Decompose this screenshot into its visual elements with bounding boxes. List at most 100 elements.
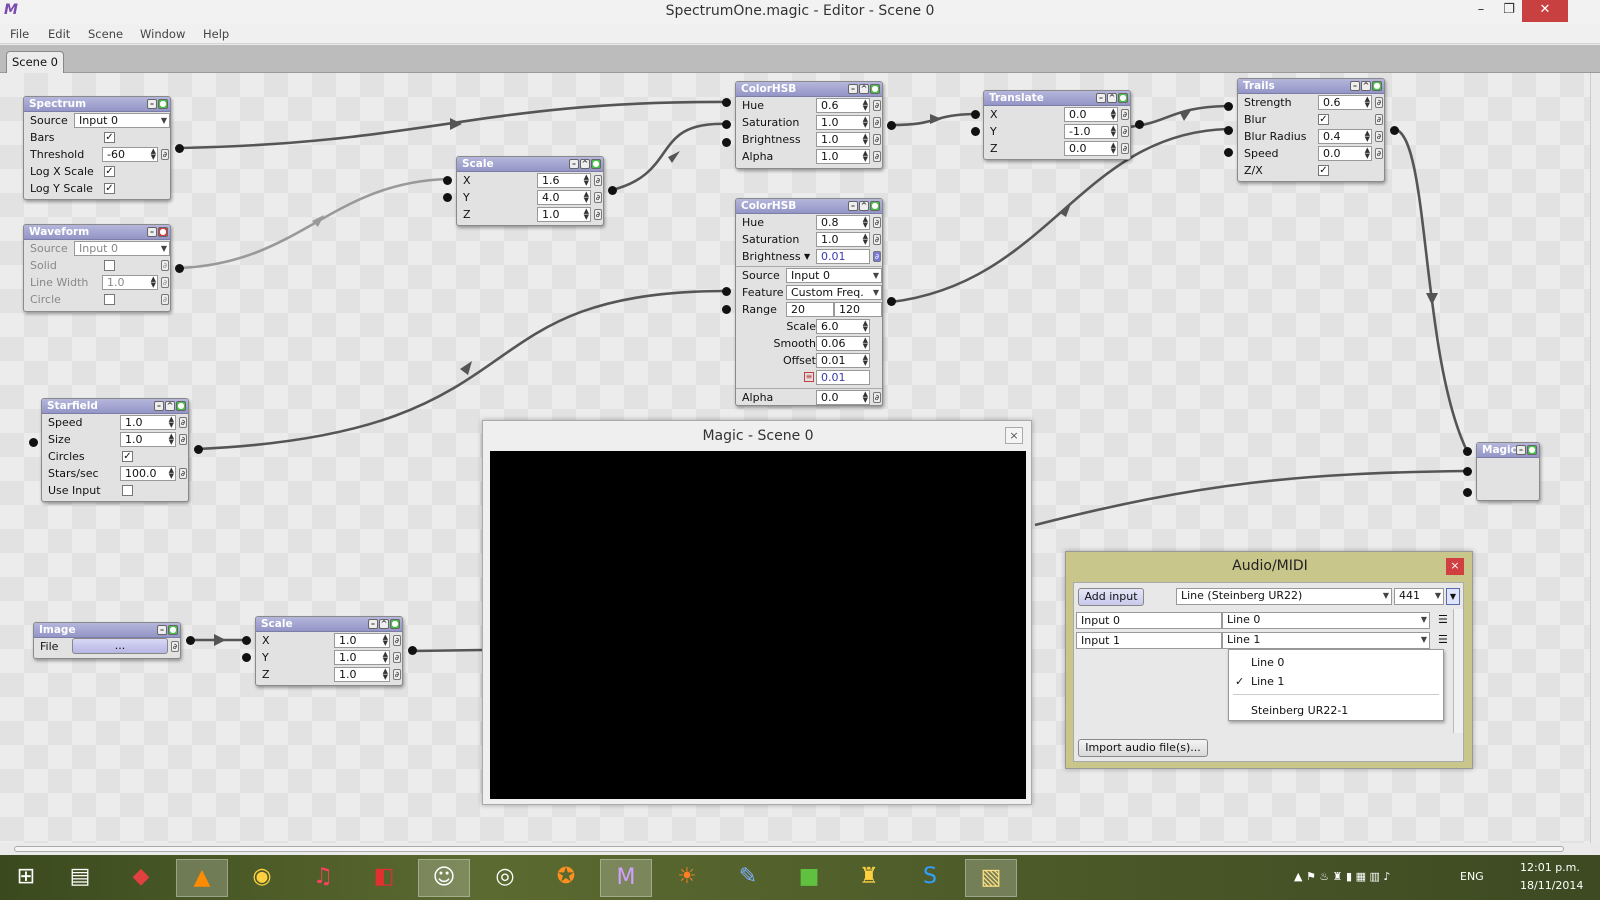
scale-field[interactable]: 6.0 ▲ ▼ [816,319,870,334]
vertical-scrollbar[interactable] [1590,73,1600,843]
collapse-icon[interactable]: – [1096,93,1106,103]
spinner-icon[interactable]: ▲ ▼ [1111,142,1116,155]
spinner-icon[interactable]: ▲ ▼ [863,150,868,163]
spinner-icon[interactable]: ▲ ▼ [383,668,388,681]
input-port[interactable] [1224,148,1233,157]
audio-midi-window[interactable]: Audio/MIDI × Add input Line (Steinberg U… [1065,551,1473,769]
input-port[interactable] [1224,102,1233,111]
output-port[interactable] [186,636,195,645]
expand-icon[interactable]: ^ [1361,81,1371,91]
spinner-icon[interactable]: ▲ ▼ [169,433,174,446]
waveform-node-header[interactable]: Waveform – ● [24,225,170,240]
itunes-icon[interactable]: ♫ [297,859,349,897]
spinner-icon[interactable]: ▲ ▼ [863,320,868,333]
restore-button[interactable]: ❐ [1494,0,1524,22]
spinner-icon[interactable]: ▲ ▼ [863,391,868,404]
enable-icon[interactable]: ● [158,99,168,109]
input-port[interactable] [722,287,731,296]
z-field[interactable]: 1.0 ▲ ▼ [334,667,390,682]
output-port[interactable] [887,297,896,306]
tab-scene-0[interactable]: Scene 0 [6,51,64,73]
menu-help[interactable]: Help [203,27,229,41]
y-field[interactable]: 4.0 ▲ ▼ [537,190,591,205]
link-icon[interactable]: ∂ [873,392,881,403]
app-icon[interactable]: ♜ [843,859,895,897]
input-port[interactable] [242,636,251,645]
feature-select[interactable]: Custom Freq. [786,285,882,300]
starfield-node-header[interactable]: Starfield – ^ ● [42,399,188,414]
gimp-icon[interactable]: ☺ [418,859,470,897]
output-port[interactable] [194,445,203,454]
circles-checkbox[interactable]: ✓ [122,451,133,462]
input-port[interactable] [971,127,980,136]
link-icon[interactable]: ∂ [1121,143,1129,154]
link-icon[interactable]: ∂ [1375,131,1383,142]
enable-icon[interactable]: ● [1527,445,1537,455]
blur-radius-field[interactable]: 0.4 ▲ ▼ [1318,129,1372,144]
link-icon[interactable]: ∂ [393,635,401,646]
link-active-icon[interactable]: ∂ [873,251,881,262]
translate-node[interactable]: Translate – ^ ● X 0.0 ▲ ▼ ∂ Y -1.0 ▲ ▼ ∂ Z 0.0 ▲ ▼ ∂ [971,90,1144,160]
collapse-icon[interactable]: – [848,84,858,94]
colorhsb-node-2[interactable]: ColorHSB – ^ ● Hue 0.8 ▲ ▼ ∂ Saturation 1.0 ▲ ▼ ∂ B… [722,198,896,406]
input-line-select-1[interactable]: Line 1 [1222,632,1430,649]
threshold-field[interactable]: -60 ▲ ▼ [102,147,158,162]
menu-edit[interactable]: Edit [48,27,70,41]
audio-scrollbar[interactable] [1453,609,1463,733]
spinner-icon[interactable]: ▲ ▼ [1111,125,1116,138]
spinner-icon[interactable]: ▲ ▼ [863,216,868,229]
spinner-icon[interactable]: ▲ ▼ [863,116,868,129]
disabled-icon[interactable]: ● [158,227,168,237]
link-icon[interactable]: ∂ [594,175,602,186]
circle-checkbox[interactable] [104,294,115,305]
spinner-icon[interactable]: ▲ ▼ [169,416,174,429]
import-audio-button[interactable]: Import audio file(s)... [1078,739,1208,757]
spinner-icon[interactable]: ▲ ▼ [383,634,388,647]
link-icon[interactable]: ∂ [873,217,881,228]
link-icon[interactable]: ∂ [161,149,169,160]
magic-node[interactable]: Magic – ● [1463,442,1540,501]
editor-icon[interactable]: ✎ [722,859,774,897]
output-port[interactable] [175,144,184,153]
offset-field[interactable]: 0.01 ▲ ▼ [816,353,870,368]
git-icon[interactable]: ◆ [115,859,167,897]
spinner-icon[interactable]: ▲ ▼ [1365,130,1370,143]
chrome-icon[interactable]: ◉ [236,859,288,897]
x-field[interactable]: 1.0 ▲ ▼ [334,633,390,648]
menu-option-line-1[interactable]: Line 1 [1251,675,1284,688]
scale-node-header[interactable]: Scale – ^ ● [256,617,402,632]
spinner-icon[interactable]: ▲ ▼ [584,208,589,221]
vlc-icon[interactable]: ▲ [176,859,228,897]
collapse-icon[interactable]: – [569,159,579,169]
speed-field[interactable]: 1.0 ▲ ▼ [120,415,176,430]
expand-icon[interactable]: ^ [379,619,389,629]
clock-time[interactable]: 12:01 p.m. [1520,861,1580,874]
link-icon[interactable]: ∂ [161,260,169,271]
link-icon[interactable]: ∂ [1375,97,1383,108]
z-field[interactable]: 1.0 ▲ ▼ [537,207,591,222]
linewidth-field[interactable]: 1.0 ▲ ▼ [102,275,158,290]
source-select[interactable]: Input 0 [74,113,170,128]
preview-window[interactable]: Magic - Scene 0 × [482,420,1032,805]
solid-checkbox[interactable] [104,260,115,271]
row-handle-icon[interactable]: ☰ [1438,613,1448,626]
sample-rate-select[interactable]: 441 [1394,588,1444,605]
sample-rate-dropdown-icon[interactable]: ▼ [1446,588,1460,605]
y-field[interactable]: 1.0 ▲ ▼ [334,650,390,665]
enable-icon[interactable]: ● [168,625,178,635]
input-port[interactable] [443,193,452,202]
line-dropdown-menu[interactable]: Line 0 ✓ Line 1 Steinberg UR22-1 [1228,649,1444,721]
menu-scene[interactable]: Scene [88,27,123,41]
output-port[interactable] [887,121,896,130]
audio-device-select[interactable]: Line (Steinberg UR22) [1176,588,1392,605]
useinput-checkbox[interactable] [122,485,133,496]
link-icon[interactable]: ∂ [393,652,401,663]
input-port[interactable] [1463,488,1472,497]
close-button[interactable]: ✕ [1522,0,1568,22]
menu-window[interactable]: Window [140,27,185,41]
input-line-select-0[interactable]: Line 0 [1222,612,1430,629]
output-port[interactable] [1135,120,1144,129]
input-port[interactable] [722,120,731,129]
row-handle-icon[interactable]: ☰ [1438,633,1448,646]
input-port[interactable] [971,110,980,119]
